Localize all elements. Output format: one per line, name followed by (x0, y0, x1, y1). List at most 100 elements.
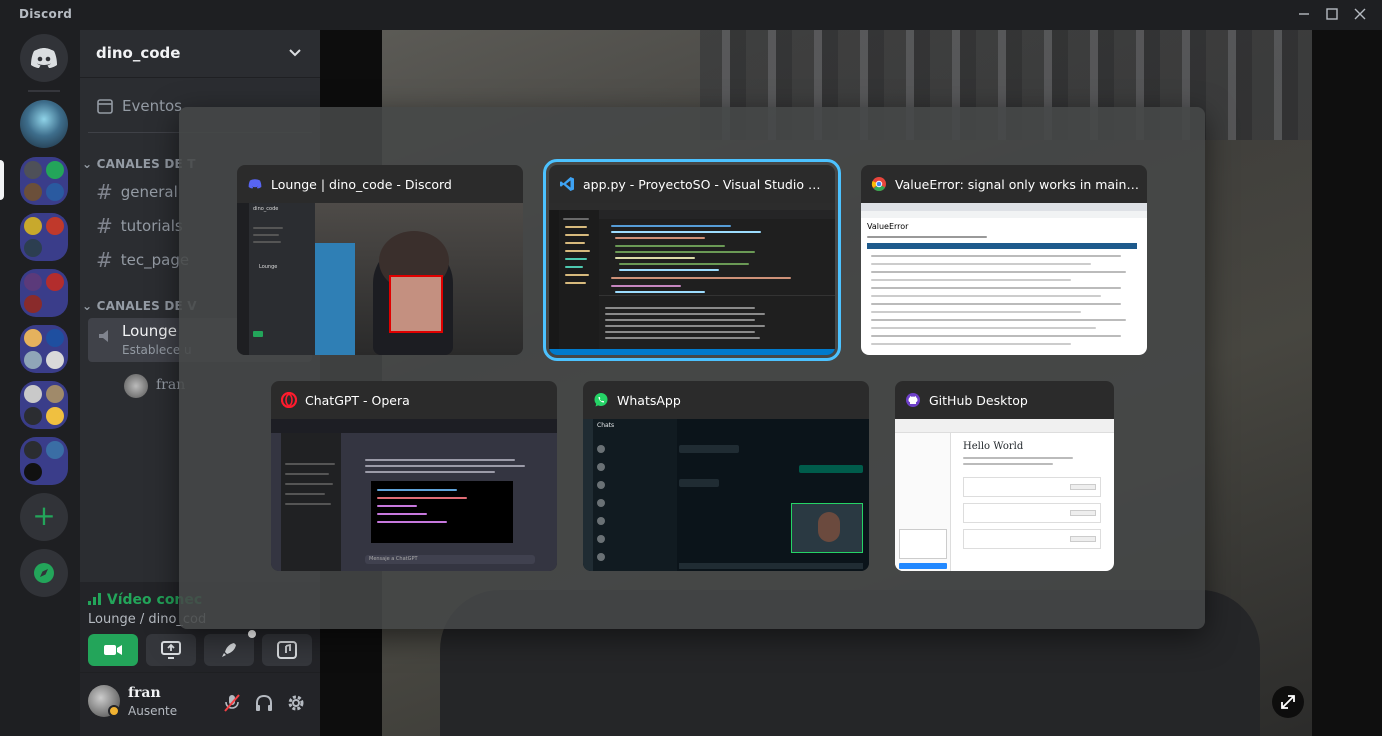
preview-line (285, 483, 333, 485)
preview-card (963, 477, 1101, 497)
maximize-icon[interactable] (1325, 7, 1339, 21)
preview-button (1070, 536, 1096, 542)
signal-icon (88, 593, 101, 605)
window-title: WhatsApp (617, 393, 681, 408)
preview-input: Mensaje a ChatGPT (365, 555, 535, 564)
preview-curtain (315, 243, 355, 355)
preview-chat-list (281, 433, 341, 571)
soundboard-button[interactable] (262, 634, 312, 666)
server-folder-2[interactable] (20, 213, 68, 261)
speaker-icon (99, 330, 108, 342)
window-preview: ValueError (861, 203, 1147, 355)
video-right-bar (1312, 30, 1382, 736)
preview-terminal-line (605, 325, 765, 327)
mini-server-icon (46, 385, 64, 403)
preview-tabs (599, 210, 835, 219)
window-thumb-discord[interactable]: Lounge | dino_code - Discord dino_code L… (237, 165, 523, 355)
window-thumb-whatsapp[interactable]: WhatsApp Chats (583, 381, 869, 571)
preview-line (565, 274, 589, 276)
user-status: Ausente (128, 704, 178, 718)
preview-bubble (799, 465, 863, 473)
preview-code-line (377, 489, 457, 491)
home-button[interactable] (20, 34, 68, 82)
preview-code-line (377, 521, 447, 523)
discord-logo-icon (31, 48, 57, 68)
preview-line (565, 250, 590, 252)
server-folder-1[interactable] (20, 157, 68, 205)
preview-line (871, 263, 1091, 265)
mini-server-icon (24, 161, 42, 179)
minimize-icon[interactable] (1297, 7, 1311, 21)
preview-code-line (611, 277, 791, 279)
hide-ui-button[interactable] (1272, 686, 1304, 718)
mini-server-icon (24, 183, 42, 201)
task-switcher: Lounge | dino_code - Discord dino_code L… (179, 107, 1205, 629)
preview-terminal-line (605, 307, 755, 309)
preview-text: dino_code (253, 206, 279, 212)
mini-server-icon (46, 217, 64, 235)
preview-line (565, 282, 586, 284)
mini-server-icon (46, 407, 64, 425)
activities-button[interactable] (204, 630, 256, 666)
preview-video-call (791, 503, 863, 553)
preview-text: Mensaje a ChatGPT (369, 556, 418, 562)
mini-server-icon (24, 273, 42, 291)
mini-server-icon (46, 273, 64, 291)
server-folder-5[interactable] (20, 381, 68, 429)
preview-bubble (679, 445, 739, 453)
preview-code-line (615, 237, 705, 239)
camera-button[interactable] (88, 634, 138, 666)
preview-line (565, 226, 587, 228)
preview-line (871, 255, 1121, 257)
window-thumb-github-desktop[interactable]: GitHub Desktop Hello World (895, 381, 1114, 571)
preview-statusbar (549, 349, 835, 355)
window-thumb-opera[interactable]: ChatGPT - Opera Mensaje a ChatGPT (271, 381, 557, 571)
preview-line (871, 335, 1121, 337)
preview-panel-divider (599, 295, 835, 296)
window-thumb-vscode[interactable]: app.py - ProyectoSO - Visual Studio Code (543, 159, 841, 361)
mic-muted-icon[interactable] (222, 693, 242, 713)
preview-terminal-line (605, 331, 755, 333)
preview-line (253, 241, 281, 243)
events-label: Eventos (122, 97, 182, 115)
preview-code-line (615, 257, 695, 259)
preview-line (565, 258, 587, 260)
notification-dot (248, 630, 256, 638)
preview-line (871, 279, 1071, 281)
explore-button[interactable] (20, 549, 68, 597)
mini-server-icon (46, 161, 64, 179)
close-icon[interactable] (1353, 7, 1367, 21)
mini-server-icon (24, 239, 42, 257)
preview-line (871, 303, 1121, 305)
server-folder-6[interactable] (20, 437, 68, 485)
preview-line (963, 457, 1073, 459)
server-list: + (0, 30, 80, 736)
server-name: dino_code (96, 44, 181, 62)
preview-button (253, 331, 263, 337)
hash-icon: # (96, 248, 113, 272)
server-header[interactable]: dino_code (80, 30, 320, 78)
gear-icon[interactable] (286, 693, 306, 713)
channel-label: general (120, 183, 178, 201)
mini-server-icon (24, 441, 42, 459)
preview-code-line (611, 285, 681, 287)
preview-avatar (597, 463, 605, 471)
calendar-icon (97, 99, 113, 114)
preview-line (365, 465, 525, 467)
preview-avatar (597, 445, 605, 453)
preview-line (871, 343, 1071, 345)
server-folder-3[interactable] (20, 269, 68, 317)
screen-share-button[interactable] (146, 634, 196, 666)
preview-tabstrip (861, 203, 1147, 211)
headphones-icon[interactable] (254, 693, 274, 713)
window-preview: Chats (583, 419, 869, 571)
idle-status-icon (108, 705, 120, 717)
preview-line (563, 218, 589, 220)
server-icon-avatar[interactable] (20, 100, 68, 148)
preview-chat-list: Chats (593, 419, 677, 571)
window-thumb-chrome[interactable]: ValueError: signal only works in main th… (861, 165, 1147, 355)
add-server-button[interactable]: + (20, 493, 68, 541)
server-folder-4[interactable] (20, 325, 68, 373)
preview-avatar (597, 535, 605, 543)
preview-heading: Hello World (963, 441, 1024, 452)
